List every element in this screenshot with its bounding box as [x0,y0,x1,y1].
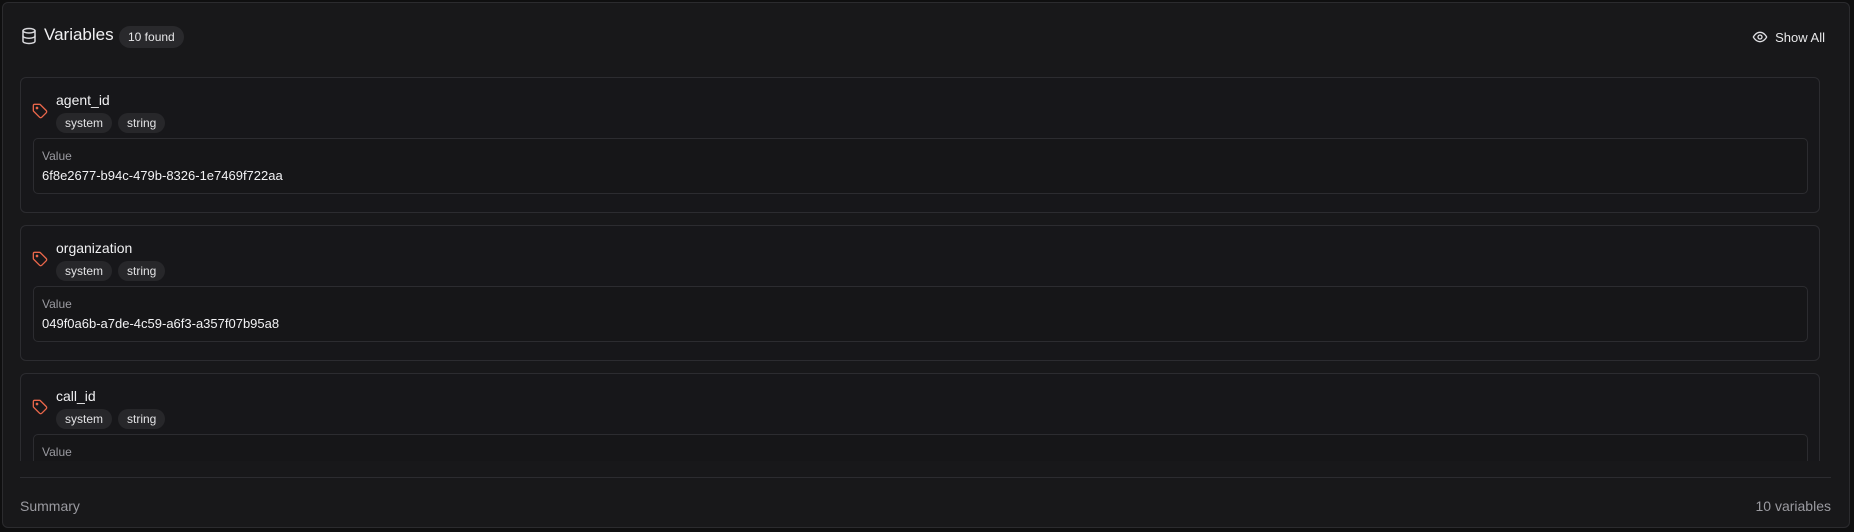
type-badge: string [118,409,166,429]
value-label: Value [42,297,72,311]
type-badge: string [118,113,166,133]
value-text: 6f8e2677-b94c-479b-8326-1e7469f722aa [42,168,283,183]
tag-icon [32,103,48,119]
scope-badge: system [56,113,113,133]
panel-header: Variables 10 found Show All [3,3,1849,67]
variable-tags: system string [56,113,166,133]
footer-divider [20,477,1831,478]
type-badge: string [118,261,166,281]
count-badge: 10 found [119,26,184,48]
database-icon [22,27,36,45]
variable-name: organization [56,240,133,256]
scope-badge: system [56,409,113,429]
show-all-button[interactable]: Show All [1752,25,1825,49]
value-label: Value [42,445,72,459]
value-label: Value [42,149,72,163]
variable-card: agent_id system string Value 6f8e2677-b9… [20,77,1820,213]
variable-tags: system string [56,261,166,281]
variables-list[interactable]: agent_id system string Value 6f8e2677-b9… [20,77,1822,461]
scope-badge: system [56,261,113,281]
tag-icon [32,399,48,415]
summary-count: 10 variables [1755,498,1832,514]
value-box: Value 6f8e2677-b94c-479b-8326-1e7469f722… [33,138,1808,194]
value-box: Value 049f0a6b-a7de-4c59-a6f3-a357f07b95… [33,286,1808,342]
value-box: Value [33,434,1808,461]
panel-title: Variables [44,25,114,44]
variable-tags: system string [56,409,166,429]
tag-icon [32,251,48,267]
summary-label: Summary [20,498,80,514]
value-text: 049f0a6b-a7de-4c59-a6f3-a357f07b95a8 [42,316,280,331]
show-all-label: Show All [1775,29,1825,45]
variable-card: call_id system string Value [20,373,1820,461]
eye-icon [1752,31,1768,43]
variable-name: call_id [56,388,96,404]
variables-panel: Variables 10 found Show All agent_id sys… [2,2,1850,528]
variable-card: organization system string Value 049f0a6… [20,225,1820,361]
variable-name: agent_id [56,92,110,108]
